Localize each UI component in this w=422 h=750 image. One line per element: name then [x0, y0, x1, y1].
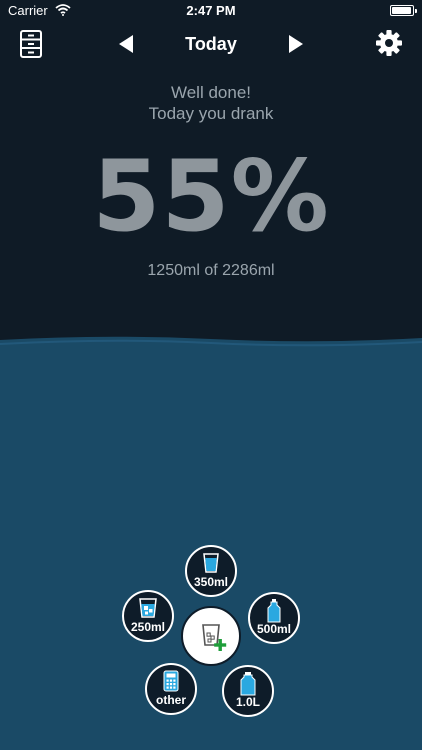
drink-label: 250ml — [130, 620, 166, 634]
water-level — [0, 330, 422, 750]
bottle-icon — [250, 599, 298, 623]
next-day-button[interactable] — [286, 33, 306, 55]
add-350ml-button[interactable]: 350ml — [185, 545, 237, 597]
add-250ml-button[interactable]: 250ml — [122, 590, 174, 642]
nav-bar: Today — [0, 22, 422, 66]
add-drink-button[interactable] — [181, 606, 241, 666]
battery-icon — [390, 5, 417, 16]
drink-label: 350ml — [193, 575, 229, 589]
status-bar: Carrier 2:47 PM — [0, 0, 422, 22]
status-time: 2:47 PM — [186, 3, 236, 18]
glass-icon — [187, 552, 235, 574]
congrats-text: Well done! — [170, 83, 251, 102]
add-other-button[interactable]: other — [145, 663, 197, 715]
calculator-icon — [147, 670, 195, 692]
intake-caption: Today you drank — [148, 104, 274, 123]
intake-amount: 1250ml of 2286ml — [147, 262, 275, 279]
add-500ml-button[interactable]: 500ml — [248, 592, 300, 644]
drink-label: 1.0L — [235, 695, 260, 709]
chevron-right-icon — [289, 35, 303, 53]
progress-percent: 55% — [92, 140, 330, 254]
glass-ice-icon — [124, 597, 172, 619]
page-title: Today — [185, 34, 237, 54]
large-bottle-icon — [224, 672, 272, 696]
battery-level — [392, 7, 411, 14]
add-glass-icon — [202, 624, 227, 651]
drink-label: other — [156, 693, 186, 707]
gear-icon[interactable] — [375, 29, 403, 57]
drink-label: 500ml — [256, 622, 292, 636]
add-1l-button[interactable]: 1.0L — [222, 665, 274, 717]
